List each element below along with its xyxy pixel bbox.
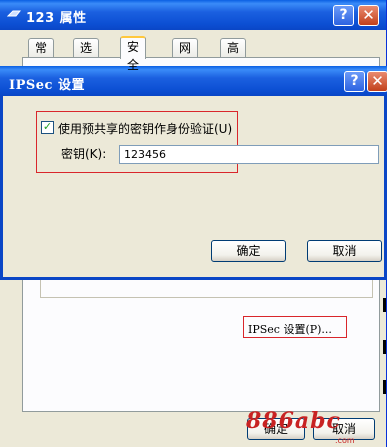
key-input[interactable]: 123456 xyxy=(119,145,379,164)
tab-advanced[interactable]: 高级 xyxy=(220,38,247,73)
edge-stub xyxy=(383,340,386,354)
preshared-key-label[interactable]: 使用预共享的密钥作身份验证(U) xyxy=(58,120,232,137)
edge-stub xyxy=(383,298,386,312)
tab-security[interactable]: 安全 xyxy=(120,36,147,72)
security-group-box xyxy=(40,278,373,298)
site-watermark-suffix: .com xyxy=(335,436,355,445)
site-watermark: 886abc xyxy=(246,408,341,434)
network-connection-icon xyxy=(7,10,21,17)
ipsec-help-button[interactable]: ? xyxy=(344,71,365,92)
ipsec-title: IPSec 设置 xyxy=(9,78,85,93)
properties-title: 123 属性 xyxy=(26,11,87,26)
ipsec-settings-button[interactable]: IPSec 设置(P)... xyxy=(248,321,332,337)
tab-options[interactable]: 选项 xyxy=(73,38,100,73)
properties-titlebar[interactable]: 123 属性 ? ✕ xyxy=(0,0,386,30)
ipsec-ok-button[interactable]: 确定 xyxy=(211,240,286,262)
properties-help-button[interactable]: ? xyxy=(333,5,354,26)
edge-stub xyxy=(383,380,386,394)
ipsec-settings-dialog: IPSec 设置 ? ✕ ✓ 使用预共享的密钥作身份验证(U) 密钥(K): 1… xyxy=(0,66,387,280)
ipsec-titlebar[interactable]: IPSec 设置 ? ✕ xyxy=(0,66,387,96)
key-label: 密钥(K): xyxy=(61,147,107,161)
tab-network[interactable]: 网络 xyxy=(172,38,199,73)
tab-general[interactable]: 常规 xyxy=(28,38,55,73)
properties-close-button[interactable]: ✕ xyxy=(358,5,379,26)
ipsec-cancel-button[interactable]: 取消 xyxy=(307,240,382,262)
ipsec-close-button[interactable]: ✕ xyxy=(367,71,387,92)
preshared-key-checkbox[interactable]: ✓ xyxy=(41,121,54,134)
